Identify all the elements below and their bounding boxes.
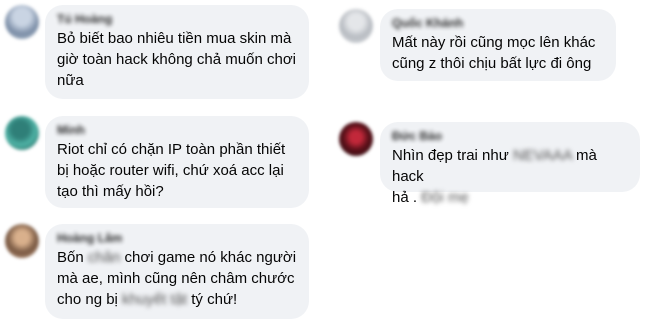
comment-text: Riot chỉ có chặn IP toàn phần thiết bị h… xyxy=(57,141,286,200)
avatar[interactable] xyxy=(5,224,39,258)
comment-bubble: Đức Bảo Nhìn đẹp trai như NEVAAA mà hack… xyxy=(380,122,640,206)
comment-text: Bỏ biết bao nhiêu tiền mua skin mà giờ t… xyxy=(57,30,296,89)
comment-text: Mất này rồi cũng mọc lên khác cũng z thô… xyxy=(392,34,596,72)
comment-text-part: Nhìn đẹp trai như xyxy=(392,147,513,164)
avatar[interactable] xyxy=(5,116,39,150)
comments-section: Tú Hoàng Bỏ biết bao nhiêu tiền mua skin… xyxy=(0,0,653,327)
comment-bubble: Hoàng Lâm Bốn chân chơi game nó khác ngư… xyxy=(45,224,309,319)
comment-author[interactable]: Đức Bảo xyxy=(392,129,628,144)
comment-text-part: tý chứ! xyxy=(187,291,238,308)
blurred-word: chân xyxy=(87,249,121,266)
comment-author[interactable]: Tú Hoàng xyxy=(57,12,297,27)
avatar[interactable] xyxy=(5,5,39,39)
blurred-word: NEVAAA xyxy=(512,147,572,164)
comment-author[interactable]: Quốc Khánh xyxy=(392,16,604,31)
comment-bubble: Quốc Khánh Mất này rồi cũng mọc lên khác… xyxy=(380,9,616,81)
avatar[interactable] xyxy=(339,9,373,43)
avatar[interactable] xyxy=(339,122,373,156)
blurred-word: khuyết tật xyxy=(122,291,188,308)
comment-bubble: Minh Riot chỉ có chặn IP toàn phần thiết… xyxy=(45,116,309,208)
comment-text-part: Bốn xyxy=(57,249,88,266)
comment-text: Bốn chân chơi game nó khác người mà ae, … xyxy=(57,247,297,310)
comment-text: Nhìn đẹp trai như NEVAAA mà hack hả . Độ… xyxy=(392,145,628,208)
comment-author[interactable]: Hoàng Lâm xyxy=(57,231,297,246)
comment-bubble: Tú Hoàng Bỏ biết bao nhiêu tiền mua skin… xyxy=(45,5,309,99)
blurred-word: Đội mẹ xyxy=(421,189,469,206)
comment-author[interactable]: Minh xyxy=(57,123,297,138)
